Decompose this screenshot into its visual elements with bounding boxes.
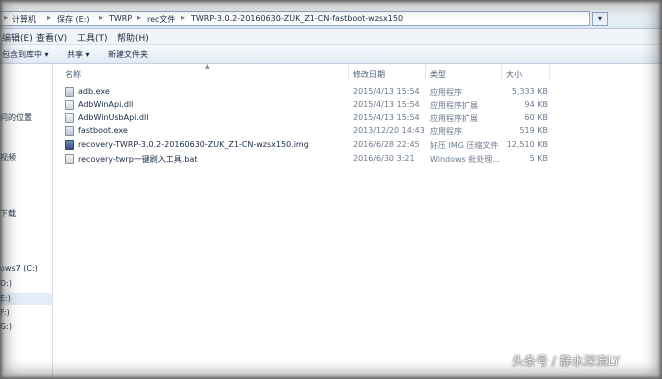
file-name: recovery-twrp一键刷入工具.bat: [78, 155, 198, 164]
nav-item-drive-c[interactable]: ows7 (C:): [0, 264, 38, 273]
file-name: AdbWinApi.dll: [78, 100, 134, 109]
column-divider[interactable]: [501, 64, 502, 80]
chevron-down-icon[interactable]: ▾: [592, 12, 608, 26]
file-size: 519 KB: [519, 126, 548, 135]
breadcrumb-twrp[interactable]: TWRP: [109, 14, 132, 23]
nav-item-drive-d[interactable]: D:): [0, 279, 12, 288]
new-folder-button[interactable]: 新建文件夹: [108, 49, 148, 60]
nav-item-downloads[interactable]: 下载: [0, 208, 16, 219]
file-size: 5,333 KB: [511, 87, 548, 96]
file-date: 2013/12/20 14:43: [353, 126, 425, 135]
nav-item-drive-f[interactable]: F:): [0, 308, 10, 317]
file-size: 5 KB: [529, 154, 548, 163]
file-type: 应用程序: [430, 88, 462, 97]
file-size: 94 KB: [524, 100, 548, 109]
column-divider[interactable]: [348, 64, 349, 80]
file-row[interactable]: adb.exe 2015/4/13 15:54 应用程序 5,333 KB: [53, 86, 662, 99]
nav-item-videos[interactable]: 视频: [0, 152, 16, 163]
menu-help[interactable]: 帮助(H): [117, 31, 149, 44]
breadcrumb-separator[interactable]: ▸: [181, 13, 185, 22]
file-row[interactable]: AdbWinUsbApi.dll 2015/4/13 15:54 应用程序扩展 …: [53, 112, 662, 125]
watermark: 头条号 / 静水深流LY: [512, 354, 621, 368]
menu-bar: 编辑(E) 查看(V) 工具(T) 帮助(H): [0, 29, 662, 45]
navigation-pane: 问的位置 视频 下载 ows7 (C:) D:) E:) F:) G:): [0, 64, 53, 379]
column-divider[interactable]: [549, 64, 550, 80]
exe-icon: [65, 126, 74, 136]
file-date: 2015/4/13 15:54: [353, 100, 420, 109]
nav-item-recent-places[interactable]: 问的位置: [0, 112, 32, 123]
breadcrumb-drive-e[interactable]: 保存 (E:): [57, 14, 90, 25]
file-size: 60 KB: [524, 113, 548, 122]
menu-edit[interactable]: 编辑(E): [2, 31, 33, 44]
bat-icon: [65, 154, 74, 164]
file-date: 2015/4/13 15:54: [353, 87, 420, 96]
file-date: 2016/6/28 22:45: [353, 140, 420, 149]
file-name: adb.exe: [78, 87, 110, 96]
dll-icon: [65, 100, 74, 110]
nav-item-drive-g[interactable]: G:): [0, 322, 12, 331]
breadcrumb-separator[interactable]: ▸: [47, 13, 51, 22]
explorer-window: ▸ 计算机 ▸ 保存 (E:) ▸ TWRP ▸ rec文件 ▸ TWRP-3.…: [0, 0, 662, 379]
command-bar: 包含到库中 ▾ 共享 ▾ 新建文件夹: [0, 45, 662, 64]
breadcrumb-current-folder[interactable]: TWRP-3.0.2-20160630-ZUK_Z1-CN-fastboot-w…: [191, 14, 403, 23]
file-name: fastboot.exe: [78, 126, 128, 135]
file-row[interactable]: fastboot.exe 2013/12/20 14:43 应用程序 519 K…: [53, 125, 662, 138]
file-date: 2015/4/13 15:54: [353, 113, 420, 122]
breadcrumb-separator: ▸: [4, 13, 9, 22]
file-date: 2016/6/30 3:21: [353, 154, 415, 163]
address-field[interactable]: ▸ 计算机 ▸ 保存 (E:) ▸ TWRP ▸ rec文件 ▸ TWRP-3.…: [0, 11, 590, 26]
breadcrumb-rec-folder[interactable]: rec文件: [147, 14, 175, 25]
nav-item-drive-e[interactable]: E:): [0, 294, 11, 303]
file-row[interactable]: recovery-twrp一键刷入工具.bat 2016/6/30 3:21 W…: [53, 153, 662, 166]
breadcrumb-computer[interactable]: 计算机: [12, 14, 36, 25]
include-in-library-button[interactable]: 包含到库中 ▾: [2, 49, 49, 60]
file-type: 应用程序: [430, 127, 462, 136]
column-header-size[interactable]: 大小: [506, 69, 522, 80]
menu-view[interactable]: 查看(V): [36, 31, 67, 44]
share-button[interactable]: 共享 ▾: [67, 49, 90, 60]
column-header-name[interactable]: 名称: [65, 69, 81, 80]
file-row[interactable]: recovery-TWRP-3.0.2-20160630-ZUK_Z1-CN-w…: [53, 139, 662, 152]
exe-icon: [65, 87, 74, 97]
address-bar: ▸ 计算机 ▸ 保存 (E:) ▸ TWRP ▸ rec文件 ▸ TWRP-3.…: [0, 8, 662, 29]
breadcrumb-separator[interactable]: ▸: [137, 13, 141, 22]
file-type: 应用程序扩展: [430, 114, 478, 123]
file-name: recovery-TWRP-3.0.2-20160630-ZUK_Z1-CN-w…: [78, 140, 309, 149]
img-archive-icon: [65, 140, 74, 150]
file-type: Windows 批处理...: [430, 155, 500, 164]
column-header-row: ▲ 名称 修改日期 类型 大小: [53, 63, 662, 80]
file-type: 好压 IMG 压缩文件: [430, 141, 499, 150]
menu-tools[interactable]: 工具(T): [77, 31, 108, 44]
sort-arrow-icon: ▲: [205, 63, 210, 70]
file-row[interactable]: AdbWinApi.dll 2015/4/13 15:54 应用程序扩展 94 …: [53, 99, 662, 112]
column-header-date[interactable]: 修改日期: [353, 69, 385, 80]
file-name: AdbWinUsbApi.dll: [78, 113, 149, 122]
dll-icon: [65, 113, 74, 123]
file-list: ▲ 名称 修改日期 类型 大小 adb.exe 2015/4/13 15:54 …: [53, 63, 662, 379]
column-divider[interactable]: [425, 64, 426, 80]
file-size: 12,510 KB: [506, 140, 548, 149]
column-header-type[interactable]: 类型: [430, 69, 446, 80]
file-type: 应用程序扩展: [430, 101, 478, 110]
breadcrumb-separator[interactable]: ▸: [99, 13, 103, 22]
